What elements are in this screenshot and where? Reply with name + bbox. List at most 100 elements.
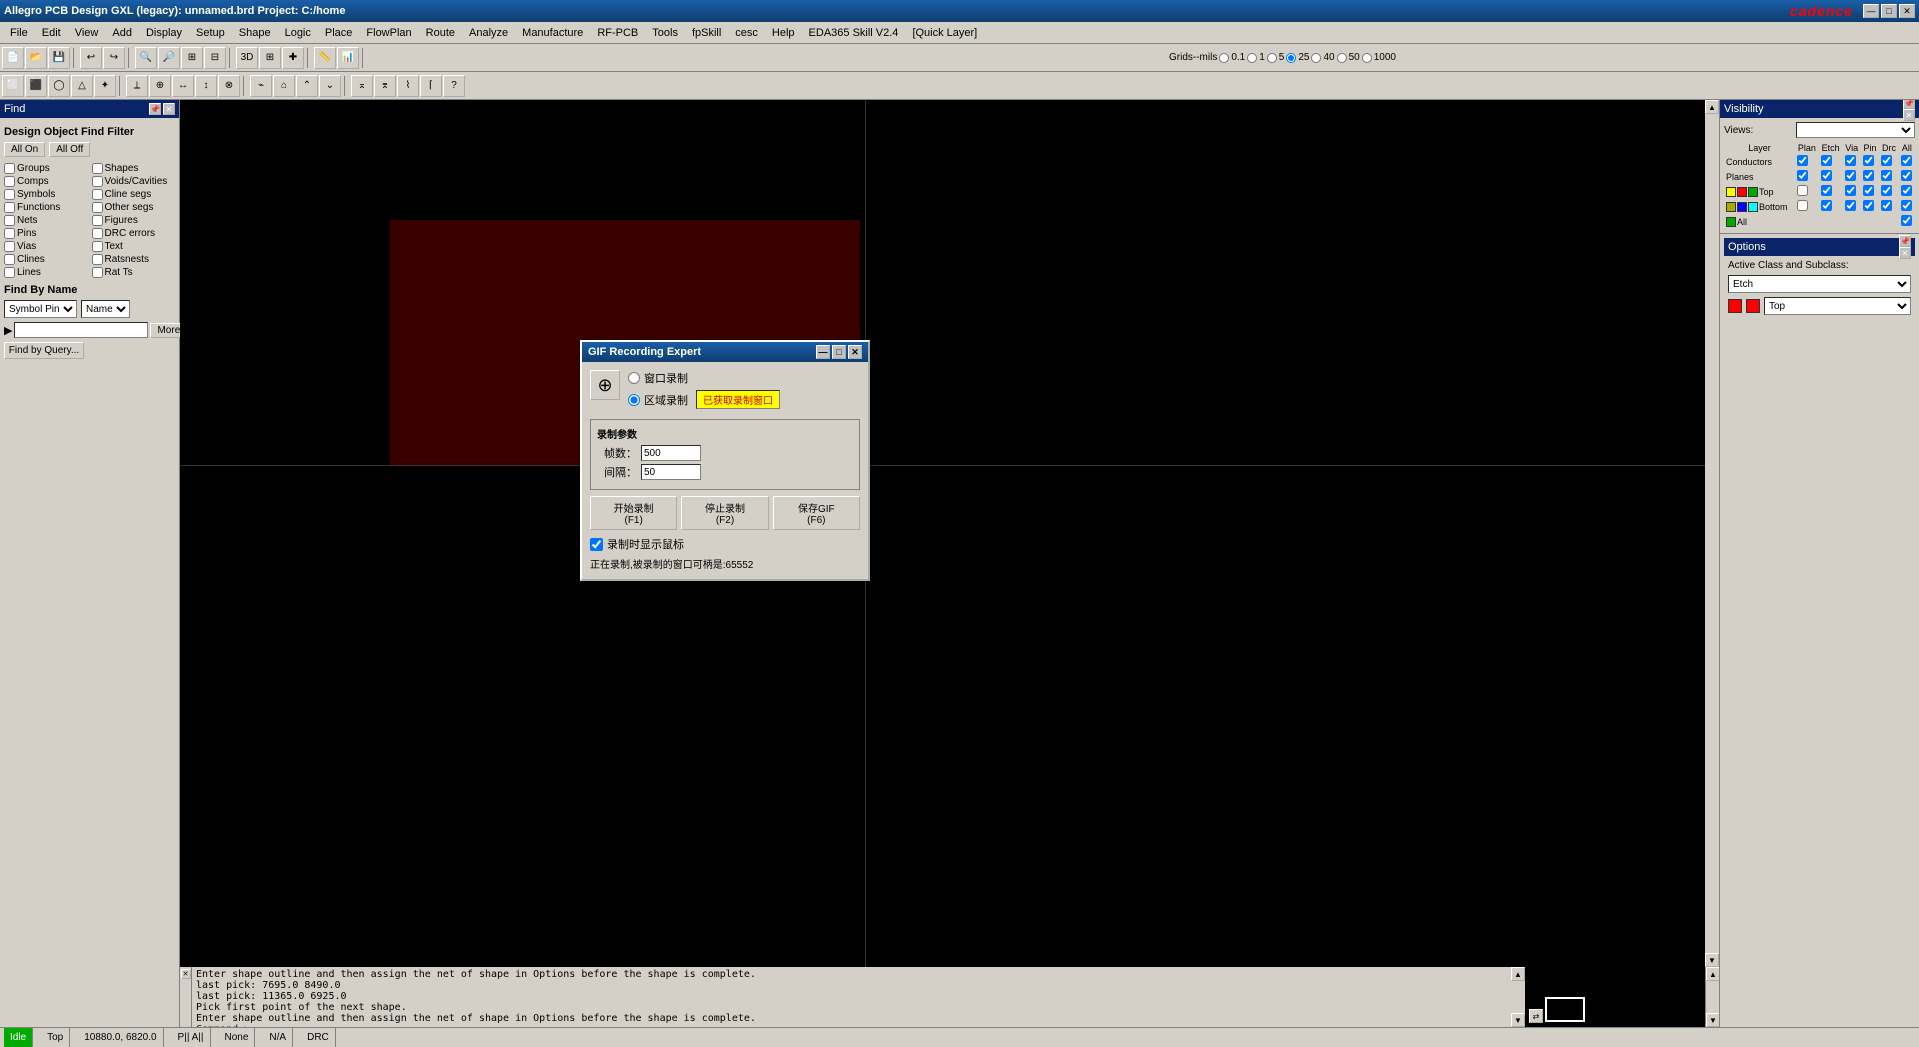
cond-drc[interactable] — [1881, 155, 1892, 166]
menu-cesc[interactable]: cesc — [729, 25, 764, 41]
tb-report[interactable]: 📊 — [337, 47, 359, 69]
minimize-button[interactable]: — — [1863, 4, 1879, 18]
tb2-6[interactable]: ⟂ — [126, 75, 148, 97]
menu-shape[interactable]: Shape — [233, 25, 277, 41]
tb2-9[interactable]: ↕ — [195, 75, 217, 97]
options-pin[interactable]: 📌 — [1899, 235, 1911, 247]
top-pin[interactable] — [1863, 185, 1874, 196]
gif-yellow-button[interactable]: 已获取录制窗口 — [696, 390, 780, 409]
cond-etch[interactable] — [1821, 155, 1832, 166]
plane-via[interactable] — [1845, 170, 1856, 181]
gif-checkbox-row[interactable]: 录制时显示鼠标 — [590, 536, 860, 552]
menu-fpskill[interactable]: fpSkill — [686, 25, 727, 41]
menu-rfpcb[interactable]: RF-PCB — [591, 25, 644, 41]
menu-file[interactable]: File — [4, 25, 34, 41]
console-scroll-track[interactable] — [1511, 981, 1525, 1013]
plane-drc[interactable] — [1881, 170, 1892, 181]
find-panel-close[interactable]: ✕ — [163, 103, 175, 115]
cond-pin[interactable] — [1863, 155, 1874, 166]
tb2-10[interactable]: ⊗ — [218, 75, 240, 97]
cb-functions[interactable]: Functions — [4, 202, 88, 213]
cb-cline-segs[interactable]: Cline segs — [92, 189, 176, 200]
name-select[interactable]: Name — [81, 300, 130, 318]
cb-rat-ts[interactable]: Rat Ts — [92, 267, 176, 278]
menu-help[interactable]: Help — [766, 25, 801, 41]
find-panel-pin[interactable]: 📌 — [149, 103, 161, 115]
cb-text[interactable]: Text — [92, 241, 176, 252]
cb-other-segs[interactable]: Other segs — [92, 202, 176, 213]
cb-figures[interactable]: Figures — [92, 215, 176, 226]
tb2-3[interactable]: ◯ — [48, 75, 70, 97]
switch-button[interactable]: ⇄ — [1529, 1009, 1543, 1023]
minimap-scroll-up[interactable]: ▲ — [1706, 967, 1720, 981]
tb-grid[interactable]: ⊞ — [259, 47, 281, 69]
grid-radio-50[interactable]: 50 — [1337, 52, 1360, 63]
tb2-4[interactable]: △ — [71, 75, 93, 97]
menu-display[interactable]: Display — [140, 25, 188, 41]
tb-redo[interactable]: ↪ — [103, 47, 125, 69]
cb-pins[interactable]: Pins — [4, 228, 88, 239]
tb2-17[interactable]: ⌇ — [397, 75, 419, 97]
top-etch[interactable] — [1821, 185, 1832, 196]
scroll-track[interactable] — [1705, 114, 1719, 953]
tb-zoom-fit[interactable]: ⊞ — [181, 47, 203, 69]
gif-close[interactable]: ✕ — [848, 345, 862, 359]
close-button[interactable]: ✕ — [1899, 4, 1915, 18]
menu-place[interactable]: Place — [319, 25, 359, 41]
menu-edit[interactable]: Edit — [36, 25, 67, 41]
gif-maximize[interactable]: □ — [832, 345, 846, 359]
grid-radio-25[interactable]: 25 — [1286, 52, 1309, 63]
bot-plan[interactable] — [1797, 200, 1808, 211]
gif-radio-window[interactable]: 窗口录制 — [628, 370, 860, 386]
minimap-scroll-track[interactable] — [1706, 981, 1719, 1013]
grid-radio-1[interactable]: 1 — [1247, 52, 1265, 63]
cb-symbols[interactable]: Symbols — [4, 189, 88, 200]
top-all[interactable] — [1901, 185, 1912, 196]
gif-radio-area[interactable]: 区域录制 已获取录制窗口 — [628, 390, 860, 409]
grid-radio-40[interactable]: 40 — [1311, 52, 1334, 63]
bot-drc[interactable] — [1881, 200, 1892, 211]
gif-frames-input[interactable]: 500 — [641, 445, 701, 461]
gif-start-btn[interactable]: 开始录制(F1) — [590, 496, 677, 530]
plane-etch[interactable] — [1821, 170, 1832, 181]
views-select[interactable] — [1796, 122, 1915, 138]
tb2-8[interactable]: ↔ — [172, 75, 194, 97]
cond-via[interactable] — [1845, 155, 1856, 166]
canvas-area[interactable]: GIF Recording Expert — □ ✕ ⊕ — [180, 100, 1705, 967]
tb2-2[interactable]: ⬛ — [25, 75, 47, 97]
scroll-down[interactable]: ▼ — [1705, 953, 1719, 967]
tb-zoom-in[interactable]: 🔍 — [135, 47, 157, 69]
menu-manufacture[interactable]: Manufacture — [516, 25, 589, 41]
bot-all[interactable] — [1901, 200, 1912, 211]
cb-nets[interactable]: Nets — [4, 215, 88, 226]
cb-comps[interactable]: Comps — [4, 176, 88, 187]
plane-plan[interactable] — [1797, 170, 1808, 181]
class-select[interactable]: Etch — [1728, 275, 1911, 293]
all-off-button[interactable]: All Off — [49, 142, 90, 157]
maximize-button[interactable]: □ — [1881, 4, 1897, 18]
top-plan[interactable] — [1797, 185, 1808, 196]
gif-stop-btn[interactable]: 停止录制(F2) — [681, 496, 768, 530]
subclass-select[interactable]: Top — [1764, 297, 1911, 315]
tb-zoom-area[interactable]: ⊟ — [204, 47, 226, 69]
plane-all[interactable] — [1901, 170, 1912, 181]
menu-flowplan[interactable]: FlowPlan — [360, 25, 417, 41]
tb2-1[interactable]: ⬜ — [2, 75, 24, 97]
all-all[interactable] — [1901, 215, 1912, 226]
menu-logic[interactable]: Logic — [279, 25, 317, 41]
bot-etch[interactable] — [1821, 200, 1832, 211]
options-close[interactable]: ✕ — [1899, 247, 1911, 259]
tb2-14[interactable]: ⌄ — [319, 75, 341, 97]
menu-add[interactable]: Add — [106, 25, 138, 41]
tb-measure[interactable]: 📏 — [314, 47, 336, 69]
tb-3d[interactable]: 3D — [236, 47, 258, 69]
bot-pin[interactable] — [1863, 200, 1874, 211]
plane-pin[interactable] — [1863, 170, 1874, 181]
console-scroll-down[interactable]: ▼ — [1511, 1013, 1525, 1027]
cb-shapes[interactable]: Shapes — [92, 163, 176, 174]
menu-tools[interactable]: Tools — [646, 25, 684, 41]
cb-drc-errors[interactable]: DRC errors — [92, 228, 176, 239]
cond-all[interactable] — [1901, 155, 1912, 166]
tb-zoom-out[interactable]: 🔎 — [158, 47, 180, 69]
find-input[interactable] — [14, 322, 148, 338]
